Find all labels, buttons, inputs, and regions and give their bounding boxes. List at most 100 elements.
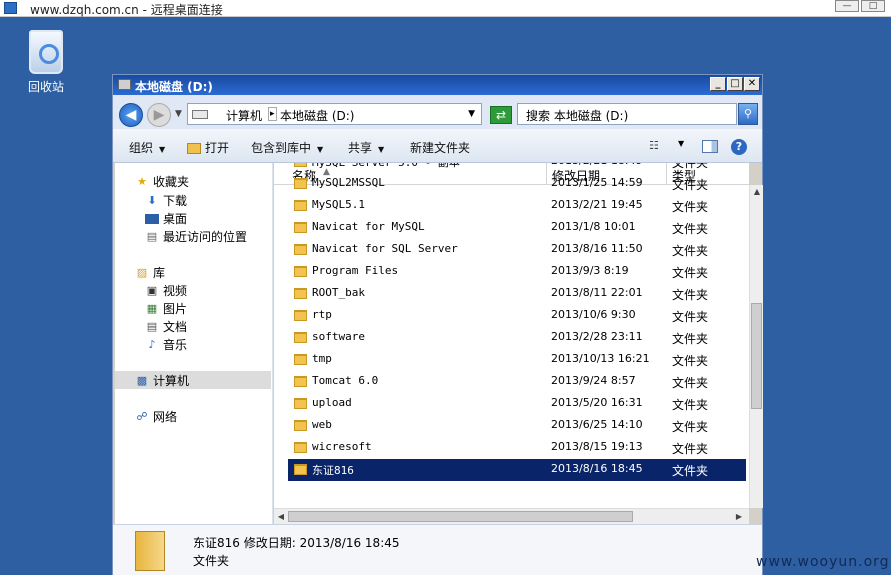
file-row[interactable]: Program Files 2013/9/3 8:19 文件夹 (288, 261, 746, 283)
watermark: www.wooyun.org (756, 554, 890, 570)
include-library-label: 包含到库中 (251, 141, 312, 155)
vertical-scrollbar[interactable]: ▲ (749, 185, 763, 508)
chevron-down-icon[interactable]: ▼ (678, 139, 684, 148)
details-name-date: 东证816 修改日期: 2013/8/16 18:45 (193, 536, 400, 550)
folder-icon (294, 354, 307, 365)
details-pane: 东证816 修改日期: 2013/8/16 18:45 文件夹 (113, 524, 762, 575)
nav-network[interactable]: ☍ 网络 (135, 408, 177, 425)
drive-icon (118, 79, 131, 90)
help-icon[interactable]: ? (731, 139, 747, 155)
scrollbar-thumb[interactable] (288, 511, 633, 522)
nav-downloads[interactable]: ⬇ 下载 (145, 192, 187, 209)
nav-pictures[interactable]: ▦ 图片 (145, 300, 187, 317)
file-row[interactable]: 东证816 2013/8/16 18:45 文件夹 (288, 459, 746, 481)
include-library-menu[interactable]: 包含到库中 ▼ (251, 139, 323, 156)
recycle-bin-shortcut[interactable]: 回收站 (22, 30, 70, 95)
file-row[interactable]: ROOT_bak 2013/8/11 22:01 文件夹 (288, 283, 746, 305)
computer-icon (192, 110, 208, 119)
history-dropdown-icon[interactable]: ▼ (175, 109, 182, 119)
nav-label: 图片 (163, 302, 188, 316)
nav-label: 音乐 (163, 338, 188, 352)
file-row[interactable]: MySQL2MSSQL 2013/1/25 14:59 文件夹 (288, 173, 746, 195)
window-title: 本地磁盘 (D:) (135, 80, 213, 94)
file-row[interactable]: upload 2013/5/20 16:31 文件夹 (288, 393, 746, 415)
file-list: 名称 ▲ 修改日期 类型 MySQL Server 5.0 - 副本2013/2… (274, 163, 749, 508)
share-menu[interactable]: 共享 ▼ (348, 139, 384, 156)
scroll-right-icon[interactable]: ▶ (733, 511, 745, 523)
address-dropdown-icon[interactable]: ▼ (468, 109, 475, 119)
scroll-left-icon[interactable]: ◀ (275, 511, 287, 523)
file-name: software (312, 330, 365, 343)
nav-desktop[interactable]: 桌面 (145, 210, 187, 227)
file-date: 2013/2/21 19:45 (551, 198, 643, 211)
breadcrumb-drive[interactable]: 本地磁盘 (D:) (280, 107, 354, 124)
nav-label: 文档 (163, 320, 188, 334)
open-button[interactable]: 打开 (187, 139, 229, 156)
explorer-window: 本地磁盘 (D:) _ □ ✕ ◀ ▶ ▼ 计算机 ▸ 本地磁盘 (D:) ▼ … (112, 74, 763, 575)
organize-menu[interactable]: 组织 ▼ (129, 139, 165, 156)
view-options-icon[interactable]: ☷ (649, 139, 665, 153)
file-row[interactable]: web 2013/6/25 14:10 文件夹 (288, 415, 746, 437)
file-type: 文件夹 (672, 376, 709, 390)
file-type: 文件夹 (672, 310, 709, 324)
rdp-title-bar: www.dzqh.com.cn - 远程桌面连接 — □ (0, 0, 891, 17)
nav-recent[interactable]: ▤ 最近访问的位置 (145, 228, 247, 245)
nav-libraries[interactable]: ▨ 库 (135, 264, 165, 281)
horizontal-scrollbar[interactable]: ◀ ▶ (274, 508, 749, 524)
rdp-minimize-button[interactable]: — (835, 0, 859, 12)
file-type: 文件夹 (672, 222, 709, 236)
file-name: MySQL Server 5.0 - 副本 (312, 163, 460, 170)
folder-icon (294, 376, 307, 387)
refresh-button[interactable]: ⇄ (490, 106, 512, 124)
file-row[interactable]: tmp 2013/10/13 16:21 文件夹 (288, 349, 746, 371)
file-name: wicresoft (312, 440, 372, 453)
file-date: 2013/10/13 16:21 (551, 352, 650, 365)
file-row[interactable]: MySQL Server 5.0 - 副本 2013/2/21 18:49 文件夹 (288, 163, 746, 173)
rdp-maximize-button[interactable]: □ (861, 0, 885, 12)
file-row[interactable]: Navicat for MySQL 2013/1/8 10:01 文件夹 (288, 217, 746, 239)
file-row[interactable]: Tomcat 6.0 2013/9/24 8:57 文件夹 (288, 371, 746, 393)
scrollbar-thumb[interactable] (751, 303, 762, 409)
back-button[interactable]: ◀ (119, 103, 143, 127)
file-date: 2013/8/15 19:13 (551, 440, 643, 453)
folder-icon (294, 310, 307, 321)
file-row[interactable]: rtp 2013/10/6 9:30 文件夹 (288, 305, 746, 327)
folder-open-icon (187, 143, 201, 154)
nav-label: 计算机 (153, 374, 190, 388)
file-row[interactable]: wicresoft 2013/8/15 19:13 文件夹 (288, 437, 746, 459)
file-type: 文件夹 (672, 332, 709, 346)
file-row[interactable]: MySQL5.1 2013/2/21 19:45 文件夹 (288, 195, 746, 217)
file-row[interactable]: Navicat for SQL Server 2013/8/16 11:50 文件夹 (288, 239, 746, 261)
chevron-down-icon: ▼ (159, 145, 166, 154)
music-icon: ♪ (148, 337, 156, 351)
file-name: web (312, 418, 332, 431)
chevron-down-icon: ▼ (378, 145, 385, 154)
nav-videos[interactable]: ▣ 视频 (145, 282, 187, 299)
scroll-up-icon[interactable]: ▲ (750, 185, 764, 199)
nav-favorites[interactable]: ★ 收藏夹 (135, 173, 189, 190)
folder-icon (294, 464, 307, 475)
search-input[interactable]: 搜索 本地磁盘 (D:) (517, 103, 737, 125)
new-folder-button[interactable]: 新建文件夹 (410, 139, 470, 156)
command-bar: 组织 ▼ 打开 包含到库中 ▼ 共享 ▼ 新建文件夹 ☷ ▼ ? (113, 129, 762, 163)
nav-computer[interactable]: ▩ 计算机 (135, 372, 189, 389)
file-name: upload (312, 396, 352, 409)
chevron-down-icon: ▼ (317, 145, 324, 154)
file-type: 文件夹 (672, 442, 709, 456)
nav-label: 桌面 (163, 212, 188, 226)
minimize-button[interactable]: _ (710, 77, 726, 91)
window-controls: _ □ ✕ (710, 77, 760, 91)
nav-documents[interactable]: ▤ 文档 (145, 318, 187, 335)
file-row[interactable]: software 2013/2/28 23:11 文件夹 (288, 327, 746, 349)
window-title-bar[interactable]: 本地磁盘 (D:) _ □ ✕ (113, 75, 762, 95)
breadcrumb-chevron-icon[interactable]: ▸ (268, 107, 277, 121)
search-icon[interactable]: ⚲ (738, 103, 758, 125)
nav-music[interactable]: ♪ 音乐 (145, 336, 187, 353)
network-icon: ☍ (136, 409, 148, 423)
maximize-button[interactable]: □ (727, 77, 743, 91)
preview-pane-icon[interactable] (702, 140, 718, 153)
breadcrumb-computer[interactable]: 计算机 (226, 107, 262, 124)
close-button[interactable]: ✕ (744, 77, 760, 91)
forward-button[interactable]: ▶ (147, 103, 171, 127)
address-field[interactable]: 计算机 ▸ 本地磁盘 (D:) ▼ (187, 103, 482, 125)
